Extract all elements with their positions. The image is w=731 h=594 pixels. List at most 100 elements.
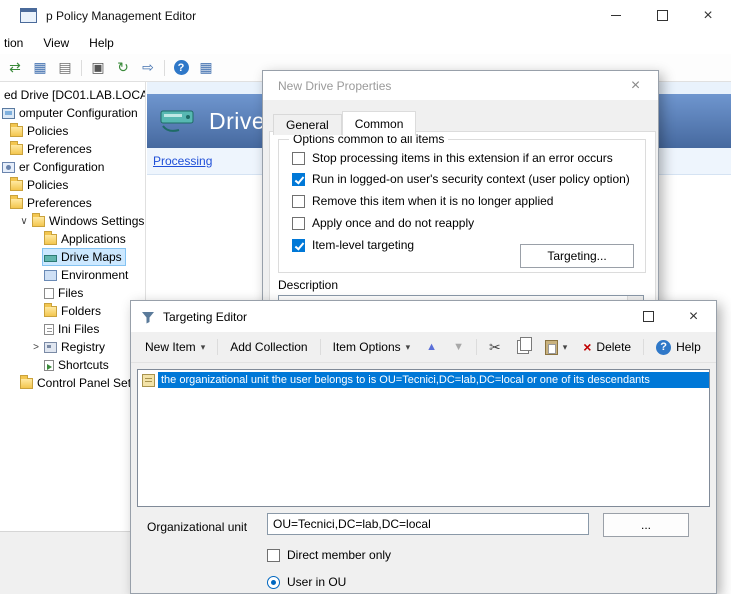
option-apply-once[interactable]: Apply once and do not reapply [292, 215, 474, 231]
close-button[interactable]: × [685, 0, 731, 31]
tree-item-label: Applications [61, 232, 126, 246]
checkbox-unchecked-icon[interactable] [292, 217, 305, 230]
move-up-button[interactable]: ▲ [422, 338, 441, 356]
option-remove-when-not-applied[interactable]: Remove this item when it is no longer ap… [292, 193, 553, 209]
menu-action[interactable]: tion [0, 36, 33, 50]
tree-item-policies[interactable]: Policies [0, 176, 145, 194]
table-view-icon[interactable]: ▦ [197, 59, 215, 77]
tree-item-folders[interactable]: Folders [0, 302, 145, 320]
tree-item-drive-maps[interactable]: Drive Maps [0, 248, 145, 266]
tree-item-content: Applications [42, 230, 130, 248]
tree-item-windows-settings[interactable]: ∨Windows Settings [0, 212, 145, 230]
radio-selected-icon[interactable] [267, 576, 280, 589]
tab-general-label: General [286, 118, 329, 132]
tree-item-label: Preferences [27, 142, 92, 156]
tree-item-control-panel-sett[interactable]: Control Panel Sett [0, 374, 145, 392]
tree-item-er-configuration[interactable]: er Configuration [0, 158, 145, 176]
add-collection-button[interactable]: Add Collection [226, 337, 311, 357]
chevron-down-icon: ▾ [563, 342, 568, 353]
tree-item-content: Preferences [8, 140, 96, 158]
tree-item-applications[interactable]: Applications [0, 230, 145, 248]
targeting-button-label: Targeting... [547, 249, 606, 263]
item-options-label: Item Options [333, 340, 401, 354]
toolbar-separator [81, 60, 82, 76]
delete-button[interactable]: × Delete [579, 337, 635, 357]
checkbox-checked-icon[interactable] [292, 173, 305, 186]
print-icon[interactable]: ▣ [89, 59, 107, 77]
paste-button[interactable]: ▾ [541, 337, 572, 358]
user-in-ou-option[interactable]: User in OU [267, 575, 346, 589]
tree-item-content: Files [42, 284, 87, 302]
delete-label: Delete [596, 340, 631, 354]
tree-item-preferences[interactable]: Preferences [0, 140, 145, 158]
checkbox-unchecked-icon[interactable] [292, 152, 305, 165]
menu-help[interactable]: Help [79, 36, 124, 50]
folder-icon [44, 234, 57, 245]
export-icon[interactable]: ⇨ [139, 59, 157, 77]
option-run-in-user-context[interactable]: Run in logged-on user's security context… [292, 171, 630, 187]
tree-item-ed-drive-dc01-lab-loca[interactable]: ed Drive [DC01.LAB.LOCA [0, 86, 145, 104]
targeting-item-ou[interactable]: the organizational unit the user belongs… [138, 371, 709, 389]
targeting-items-list[interactable]: the organizational unit the user belongs… [137, 369, 710, 507]
targeting-close-button[interactable]: × [671, 301, 716, 332]
cut-button[interactable]: ✂ [485, 336, 505, 359]
checkbox-unchecked-icon[interactable] [292, 195, 305, 208]
clipboard-icon[interactable]: ▤ [56, 59, 74, 77]
toolbar-separator [164, 60, 165, 76]
tree-item-files[interactable]: Files [0, 284, 145, 302]
tree-item-label: Registry [61, 340, 105, 354]
window-icon [20, 8, 37, 23]
browse-button-label: ... [641, 518, 651, 532]
help-icon[interactable]: ? [172, 59, 190, 77]
tree-item-ini-files[interactable]: Ini Files [0, 320, 145, 338]
collapse-icon[interactable]: ∨ [18, 216, 30, 227]
refresh-icon[interactable]: ↻ [114, 59, 132, 77]
navigate-icon[interactable]: ⇄ [6, 59, 24, 77]
tree-item-registry[interactable]: > Registry [0, 338, 145, 356]
option-label: Run in logged-on user's security context… [312, 172, 630, 186]
paste-icon [545, 340, 558, 355]
props-close-button[interactable]: × [613, 71, 658, 100]
option-stop-processing[interactable]: Stop processing items in this extension … [292, 150, 613, 166]
item-options-button[interactable]: Item Options ▾ [329, 337, 415, 357]
tree-item-content: Drive Maps [42, 248, 126, 266]
description-label: Description [278, 278, 338, 292]
minimize-button[interactable] [593, 0, 639, 31]
tree-item-policies[interactable]: Policies [0, 122, 145, 140]
maximize-button[interactable] [639, 0, 685, 31]
targeting-maximize-button[interactable] [626, 301, 671, 332]
tree-item-content: Ini Files [42, 320, 103, 338]
tree-item-environment[interactable]: Environment [0, 266, 145, 284]
tree-item-content: omputer Configuration [0, 104, 142, 122]
maximize-icon [657, 10, 668, 21]
shortcut-icon [44, 360, 54, 371]
new-item-button[interactable]: New Item ▾ [141, 337, 209, 357]
new-item-label: New Item [145, 340, 196, 354]
tree-item-shortcuts[interactable]: Shortcuts [0, 356, 145, 374]
expand-icon[interactable]: > [30, 342, 42, 353]
checkbox-unchecked-icon[interactable] [267, 549, 280, 562]
props-title-text: New Drive Properties [278, 79, 391, 93]
browse-button[interactable]: ... [603, 513, 689, 537]
folder-icon [10, 198, 23, 209]
copy-button[interactable] [513, 337, 533, 357]
tree-item-label: er Configuration [19, 160, 104, 174]
checkbox-checked-icon[interactable] [292, 239, 305, 252]
organizational-unit-input[interactable] [267, 513, 589, 535]
tree-item-omputer-configuration[interactable]: omputer Configuration [0, 104, 145, 122]
help-button[interactable]: ? Help [652, 337, 705, 358]
targeting-button[interactable]: Targeting... [520, 244, 634, 268]
option-item-level-targeting[interactable]: Item-level targeting [292, 237, 414, 253]
menu-view[interactable]: View [33, 36, 79, 50]
tab-common[interactable]: Common [342, 111, 417, 136]
move-down-button[interactable]: ▼ [449, 338, 468, 356]
add-collection-label: Add Collection [230, 340, 307, 354]
tab-general[interactable]: General [273, 114, 342, 135]
tree-item-preferences[interactable]: Preferences [0, 194, 145, 212]
minimize-icon [611, 15, 621, 16]
console-window-icon[interactable]: ▦ [31, 59, 49, 77]
props-titlebar: New Drive Properties [263, 71, 658, 100]
processing-link[interactable]: Processing [153, 154, 212, 168]
titlebar: p Policy Management Editor × [0, 0, 731, 32]
direct-member-only-option[interactable]: Direct member only [267, 548, 391, 562]
